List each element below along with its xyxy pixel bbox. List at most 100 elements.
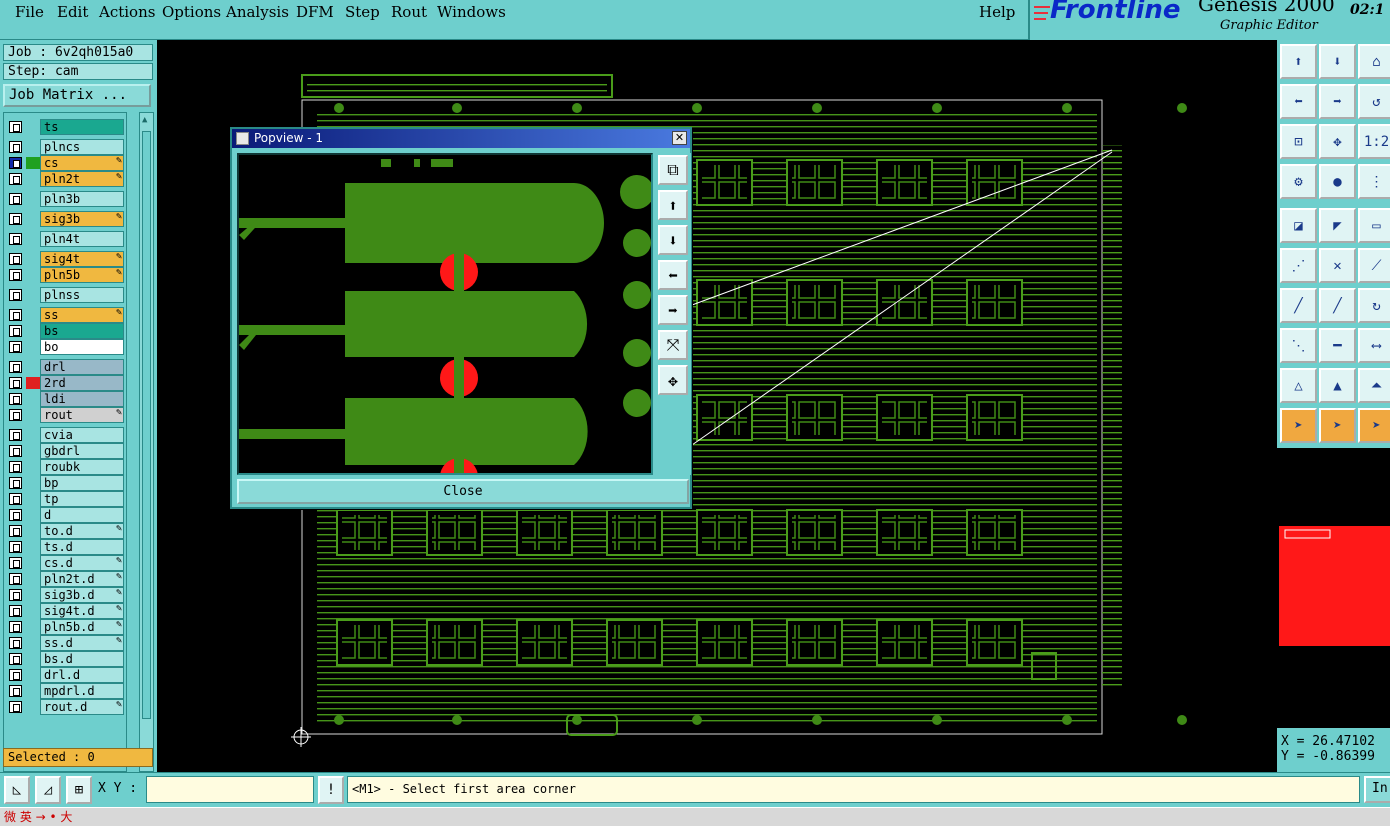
layer-row[interactable]: to.d ✎ — [4, 523, 126, 539]
layer-row[interactable]: ss.d ✎ — [4, 635, 126, 651]
layer-checkbox[interactable] — [9, 621, 22, 633]
layer-checkbox[interactable] — [9, 605, 22, 617]
zoom-fit-icon[interactable]: ✥ — [658, 365, 688, 395]
layer-checkbox[interactable] — [9, 361, 22, 373]
layer-checkbox[interactable] — [9, 509, 22, 521]
layer-checkbox[interactable] — [9, 541, 22, 553]
ruler-icon[interactable]: ▭ — [1358, 208, 1390, 243]
pan-right-icon[interactable]: ➡ — [658, 295, 688, 325]
layer-checkbox[interactable] — [9, 173, 22, 185]
job-matrix-button[interactable]: Job Matrix ... — [3, 84, 151, 107]
zoom-fit-icon[interactable]: ⊡ — [1280, 124, 1317, 159]
layer-row[interactable]: mpdrl.d — [4, 683, 126, 699]
menu-actions[interactable]: Actions — [99, 3, 155, 21]
layer-checkbox[interactable] — [9, 309, 22, 321]
layer-name[interactable]: bs.d — [40, 651, 124, 667]
settings-icon[interactable]: ⚙ — [1280, 164, 1317, 199]
layer-checkbox[interactable] — [9, 269, 22, 281]
menu-file[interactable]: File — [15, 3, 44, 21]
layer-name[interactable]: roubk — [40, 459, 124, 475]
pan-up-icon[interactable]: ⬆ — [658, 190, 688, 220]
layer-row[interactable]: d — [4, 507, 126, 523]
pad-add-icon[interactable]: ⋱ — [1280, 328, 1317, 363]
layer-row[interactable]: 2rd — [4, 375, 126, 391]
layer-checkbox[interactable] — [9, 637, 22, 649]
layer-checkbox[interactable] — [9, 701, 22, 713]
layer-checkbox[interactable] — [9, 589, 22, 601]
layer-checkbox[interactable] — [9, 525, 22, 537]
pan-down-icon[interactable]: ⬇ — [658, 225, 688, 255]
layer-name[interactable]: pln2t — [40, 171, 124, 187]
menu-options[interactable]: Options — [162, 3, 221, 21]
layer-checkbox[interactable] — [9, 445, 22, 457]
pan-left-icon[interactable]: ⬅ — [658, 260, 688, 290]
zoom-center-icon[interactable]: ✥ — [1319, 124, 1356, 159]
zoom-window-icon[interactable]: ⧉ — [658, 155, 688, 185]
layer-name[interactable]: bo — [40, 339, 124, 355]
layer-checkbox[interactable] — [9, 325, 22, 337]
alert-icon[interactable]: ! — [318, 776, 344, 804]
popview-canvas[interactable] — [237, 153, 653, 475]
menu-edit[interactable]: Edit — [57, 3, 88, 21]
layer-name[interactable]: rout.d — [40, 699, 124, 715]
layer-row[interactable]: sig3b ✎ — [4, 211, 126, 227]
pan-down-icon[interactable]: ⬇ — [1319, 44, 1356, 79]
layer-name[interactable]: ts.d — [40, 539, 124, 555]
layer-name[interactable]: pln5b.d — [40, 619, 124, 635]
layer-row[interactable]: ts — [4, 119, 126, 135]
layer-row[interactable]: gbdrl — [4, 443, 126, 459]
layer-row[interactable]: cvia — [4, 427, 126, 443]
measure-icon[interactable]: ◤ — [1319, 208, 1356, 243]
overview-map[interactable] — [1277, 448, 1390, 728]
grid-icon[interactable]: ⋮ — [1358, 164, 1390, 199]
layer-name[interactable]: ss — [40, 307, 124, 323]
layer-name[interactable]: drl — [40, 359, 124, 375]
layer-row[interactable]: bo — [4, 339, 126, 355]
feature-add-icon[interactable]: ◪ — [1280, 208, 1317, 243]
layer-name[interactable]: ts — [40, 119, 124, 135]
layer-name[interactable]: pln5b — [40, 267, 124, 283]
layer-name[interactable]: 2rd — [40, 375, 124, 391]
layer-checkbox[interactable] — [9, 341, 22, 353]
menu-analysis[interactable]: Analysis — [226, 3, 289, 21]
popview-title-bar[interactable]: Popview - 1 ✕ — [232, 129, 690, 148]
pan-right-icon[interactable]: ➡ — [1319, 84, 1356, 119]
layer-name[interactable]: mpdrl.d — [40, 683, 124, 699]
layer-name[interactable]: cs — [40, 155, 124, 171]
triangle-icon[interactable]: △ — [1280, 368, 1317, 403]
layer-row[interactable]: pln5b ✎ — [4, 267, 126, 283]
layer-name[interactable]: cs.d — [40, 555, 124, 571]
close-button[interactable]: Close — [237, 479, 689, 504]
layer-row[interactable]: bs.d — [4, 651, 126, 667]
slash-icon[interactable]: ⟋ — [1358, 248, 1390, 283]
layer-row[interactable]: ldi — [4, 391, 126, 407]
layer-name[interactable]: rout — [40, 407, 124, 423]
layer-row[interactable]: cs.d ✎ — [4, 555, 126, 571]
pan-left-icon[interactable]: ⬅ — [1280, 84, 1317, 119]
layer-checkbox[interactable] — [9, 393, 22, 405]
zoom-box-icon[interactable]: ◺ — [4, 776, 30, 804]
layer-checkbox[interactable] — [9, 289, 22, 301]
menu-windows[interactable]: Windows — [437, 3, 506, 21]
scroll-thumb[interactable] — [142, 131, 151, 719]
layer-name[interactable]: d — [40, 507, 124, 523]
connect-icon[interactable]: ⋰ — [1280, 248, 1317, 283]
xy-input[interactable] — [146, 776, 314, 803]
layer-row[interactable]: plncs — [4, 139, 126, 155]
layer-name[interactable]: sig4t.d — [40, 603, 124, 619]
popview-window[interactable]: Popview - 1 ✕ ⧉ ⬆ ⬇ ⬅ ➡ ⤧ ✥ Close — [230, 127, 692, 509]
layer-row[interactable]: pln3b — [4, 191, 126, 207]
layer-name[interactable]: to.d — [40, 523, 124, 539]
layer-row[interactable]: rout ✎ — [4, 407, 126, 423]
scroll-up-icon[interactable]: ▲ — [142, 115, 147, 125]
layer-checkbox[interactable] — [9, 685, 22, 697]
menu-dfm[interactable]: DFM — [296, 3, 334, 21]
pointer-icon[interactable]: ➤ — [1280, 408, 1317, 443]
layer-checkbox[interactable] — [9, 213, 22, 225]
layer-list-scrollbar[interactable]: ▲ ▼ — [139, 112, 154, 772]
layer-row[interactable]: bs — [4, 323, 126, 339]
triangle-up-icon[interactable]: ▲ — [1319, 368, 1356, 403]
zoom-home-icon[interactable]: ⤧ — [658, 330, 688, 360]
layer-row[interactable]: pln5b.d ✎ — [4, 619, 126, 635]
layer-row[interactable]: drl — [4, 359, 126, 375]
